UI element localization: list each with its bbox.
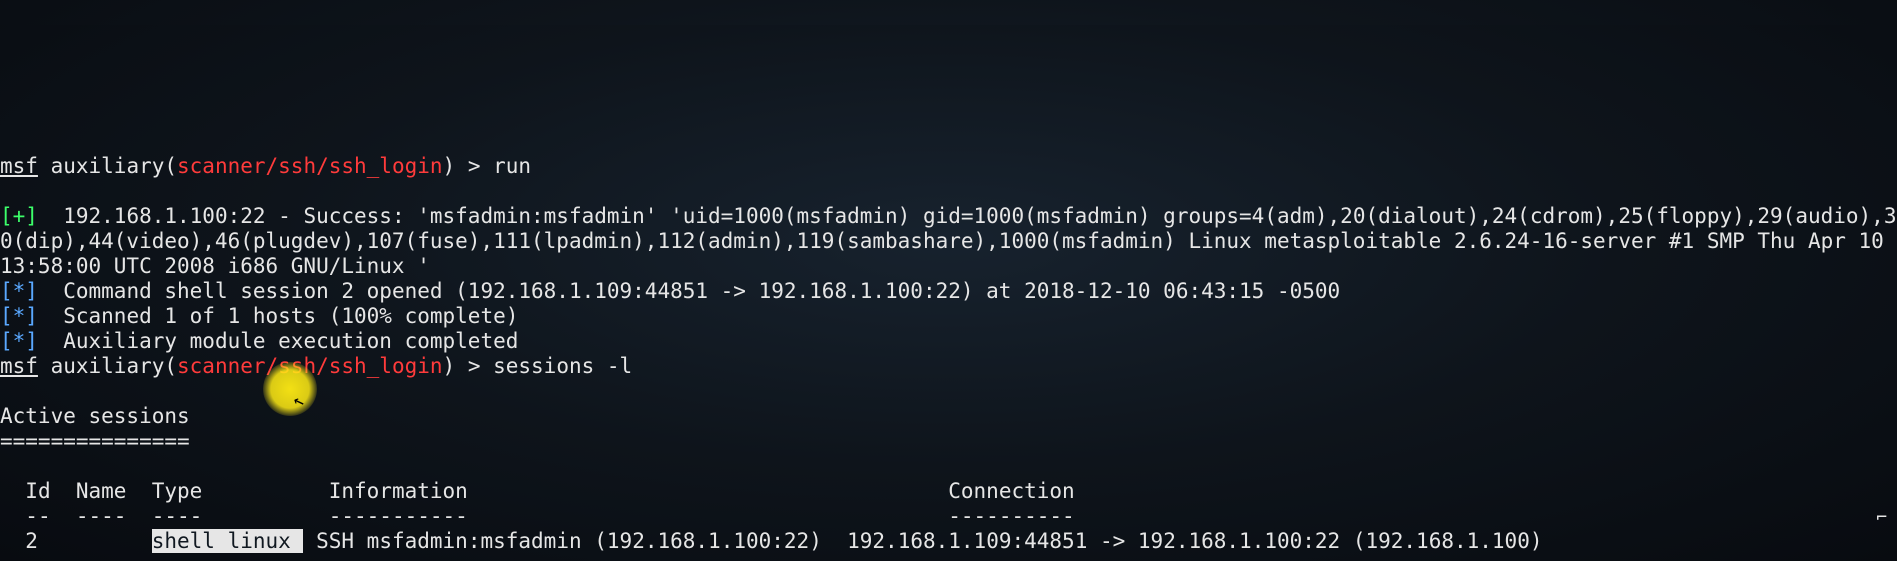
sessions-header-underline: -- ---- ---- ----------- ----------: [0, 504, 1075, 528]
output-scanned: Scanned 1 of 1 hosts (100% complete): [38, 304, 518, 328]
output-aux-done: Auxiliary module execution completed: [38, 329, 518, 353]
session-row-type-selected[interactable]: shell linux: [152, 529, 291, 553]
prompt-aux: auxiliary(: [38, 354, 177, 378]
prompt-close: ) >: [443, 354, 494, 378]
sessions-title: Active sessions: [0, 404, 190, 428]
sessions-rule: ===============: [0, 429, 190, 453]
status-star-icon: [*]: [0, 304, 38, 328]
status-star-icon: [*]: [0, 329, 38, 353]
sessions-header: Id Name Type Information Connection: [0, 479, 1075, 503]
prompt-close: ) >: [443, 154, 494, 178]
session-row-info: SSH msfadmin:msfadmin (192.168.1.100:22)…: [303, 529, 1542, 553]
command-sessions: sessions -l: [493, 354, 632, 378]
prompt-aux: auxiliary(: [38, 154, 177, 178]
prompt-msf: msf: [0, 154, 38, 178]
selection-trailing: [291, 529, 304, 553]
session-row-id: 2: [0, 529, 152, 553]
status-star-icon: [*]: [0, 279, 38, 303]
command-run: run: [493, 154, 531, 178]
terminal-output[interactable]: msf auxiliary(scanner/ssh/ssh_login) > r…: [0, 125, 1897, 561]
status-plus-icon: [+]: [0, 204, 38, 228]
prompt-msf: msf: [0, 354, 38, 378]
prompt-module: scanner/ssh/ssh_login: [177, 154, 443, 178]
output-success: 192.168.1.100:22 - Success: 'msfadmin:ms…: [0, 204, 1896, 278]
corner-glyph-icon: ⌐: [1876, 505, 1887, 530]
prompt-module: scanner/ssh/ssh_login: [177, 354, 443, 378]
output-session-open: Command shell session 2 opened (192.168.…: [38, 279, 1340, 303]
